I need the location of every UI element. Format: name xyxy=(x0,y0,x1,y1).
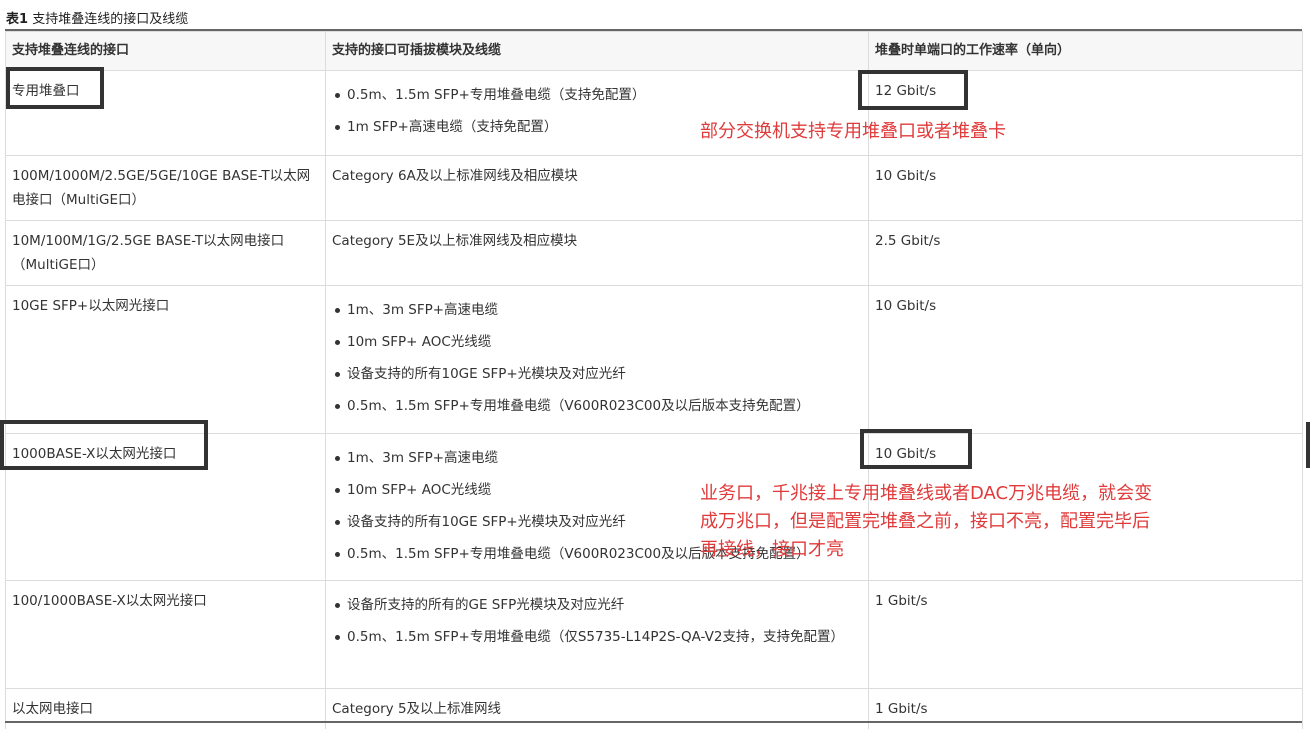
annotation-service-port: 业务口，千兆接上专用堆叠线或者DAC万兆电缆，就会变 成万兆口，但是配置完堆叠之… xyxy=(700,480,1152,564)
header-modules: 支持的接口可插拔模块及线缆 xyxy=(325,31,869,71)
cell-interface: 100/1000BASE-X以太网光接口 xyxy=(5,580,326,689)
cell-speed: 2.5 Gbit/s xyxy=(868,220,1303,286)
list-item: 设备所支持的所有的GE SFP光模块及对应光纤 xyxy=(332,593,862,617)
highlight-box-speed-12g xyxy=(858,70,968,110)
list-item: 0.5m、1.5m SFP+专用堆叠电缆（V600R023C00及以后版本支持免… xyxy=(332,394,862,418)
list-item: 0.5m、1.5m SFP+专用堆叠电缆（支持免配置） xyxy=(332,83,862,107)
table-caption-label: 表1 xyxy=(6,12,29,27)
highlight-box-1000base-x xyxy=(0,420,208,470)
list-item: 1m、3m SFP+高速电缆 xyxy=(332,298,862,322)
cell-speed: 1 Gbit/s xyxy=(868,580,1303,689)
stack-interface-table: 支持堆叠连线的接口 支持的接口可插拔模块及线缆 堆叠时单端口的工作速率（单向） … xyxy=(5,31,1303,729)
cell-modules: 1m、3m SFP+高速电缆 10m SFP+ AOC光线缆 设备支持的所有10… xyxy=(325,285,869,434)
cell-speed: 10 Gbit/s xyxy=(868,155,1303,221)
table-row: 专用堆叠口 0.5m、1.5m SFP+专用堆叠电缆（支持免配置） 1m SFP… xyxy=(5,70,1303,156)
cell-interface: 100M/1000M/2.5GE/5GE/10GE BASE-T以太网电接口（M… xyxy=(5,155,326,221)
annotation-line: 成万兆口，但是配置完堆叠之前，接口不亮，配置完毕后 xyxy=(700,511,1150,532)
table-row: 100/1000BASE-X以太网光接口 设备所支持的所有的GE SFP光模块及… xyxy=(5,580,1303,689)
module-list: 1m、3m SFP+高速电缆 10m SFP+ AOC光线缆 设备支持的所有10… xyxy=(332,298,862,418)
module-list: 设备所支持的所有的GE SFP光模块及对应光纤 0.5m、1.5m SFP+专用… xyxy=(332,593,862,649)
table-row: 10GE SFP+以太网光接口 1m、3m SFP+高速电缆 10m SFP+ … xyxy=(5,285,1303,434)
cell-interface: 10M/100M/1G/2.5GE BASE-T以太网电接口（MultiGE口） xyxy=(5,220,326,286)
cell-modules: Category 5E及以上标准网线及相应模块 xyxy=(325,220,869,286)
cell-speed: 10 Gbit/s xyxy=(868,285,1303,434)
annotation-line: 业务口，千兆接上专用堆叠线或者DAC万兆电缆，就会变 xyxy=(700,483,1153,504)
cell-modules: Category 6A及以上标准网线及相应模块 xyxy=(325,155,869,221)
cell-modules: 设备所支持的所有的GE SFP光模块及对应光纤 0.5m、1.5m SFP+专用… xyxy=(325,580,869,689)
list-item: 1m、3m SFP+高速电缆 xyxy=(332,446,862,470)
list-item: 10m SFP+ AOC光线缆 xyxy=(332,330,862,354)
highlight-box-speed-10g xyxy=(860,429,972,469)
list-item: 设备支持的所有10GE SFP+光模块及对应光纤 xyxy=(332,362,862,386)
edge-marker xyxy=(1306,422,1310,468)
table-bottom-rule xyxy=(5,721,1302,723)
annotation-line: 再接线，接口才亮 xyxy=(700,539,844,560)
list-item: 0.5m、1.5m SFP+专用堆叠电缆（仅S5735-L14P2S-QA-V2… xyxy=(332,625,862,649)
header-speed: 堆叠时单端口的工作速率（单向） xyxy=(868,31,1303,71)
highlight-box-dedicated-port xyxy=(6,67,104,109)
table-row: 100M/1000M/2.5GE/5GE/10GE BASE-T以太网电接口（M… xyxy=(5,155,1303,221)
annotation-stack-card: 部分交换机支持专用堆叠口或者堆叠卡 xyxy=(700,121,1006,142)
table-header-row: 支持堆叠连线的接口 支持的接口可插拔模块及线缆 堆叠时单端口的工作速率（单向） xyxy=(5,31,1303,71)
page: 表1 支持堆叠连线的接口及线缆 支持堆叠连线的接口 支持的接口可插拔模块及线缆 … xyxy=(0,0,1310,729)
header-interface: 支持堆叠连线的接口 xyxy=(5,31,326,71)
table-caption: 表1 支持堆叠连线的接口及线缆 xyxy=(6,8,188,27)
cell-interface: 10GE SFP+以太网光接口 xyxy=(5,285,326,434)
table-row: 10M/100M/1G/2.5GE BASE-T以太网电接口（MultiGE口）… xyxy=(5,220,1303,286)
table-caption-text: 支持堆叠连线的接口及线缆 xyxy=(32,12,189,27)
